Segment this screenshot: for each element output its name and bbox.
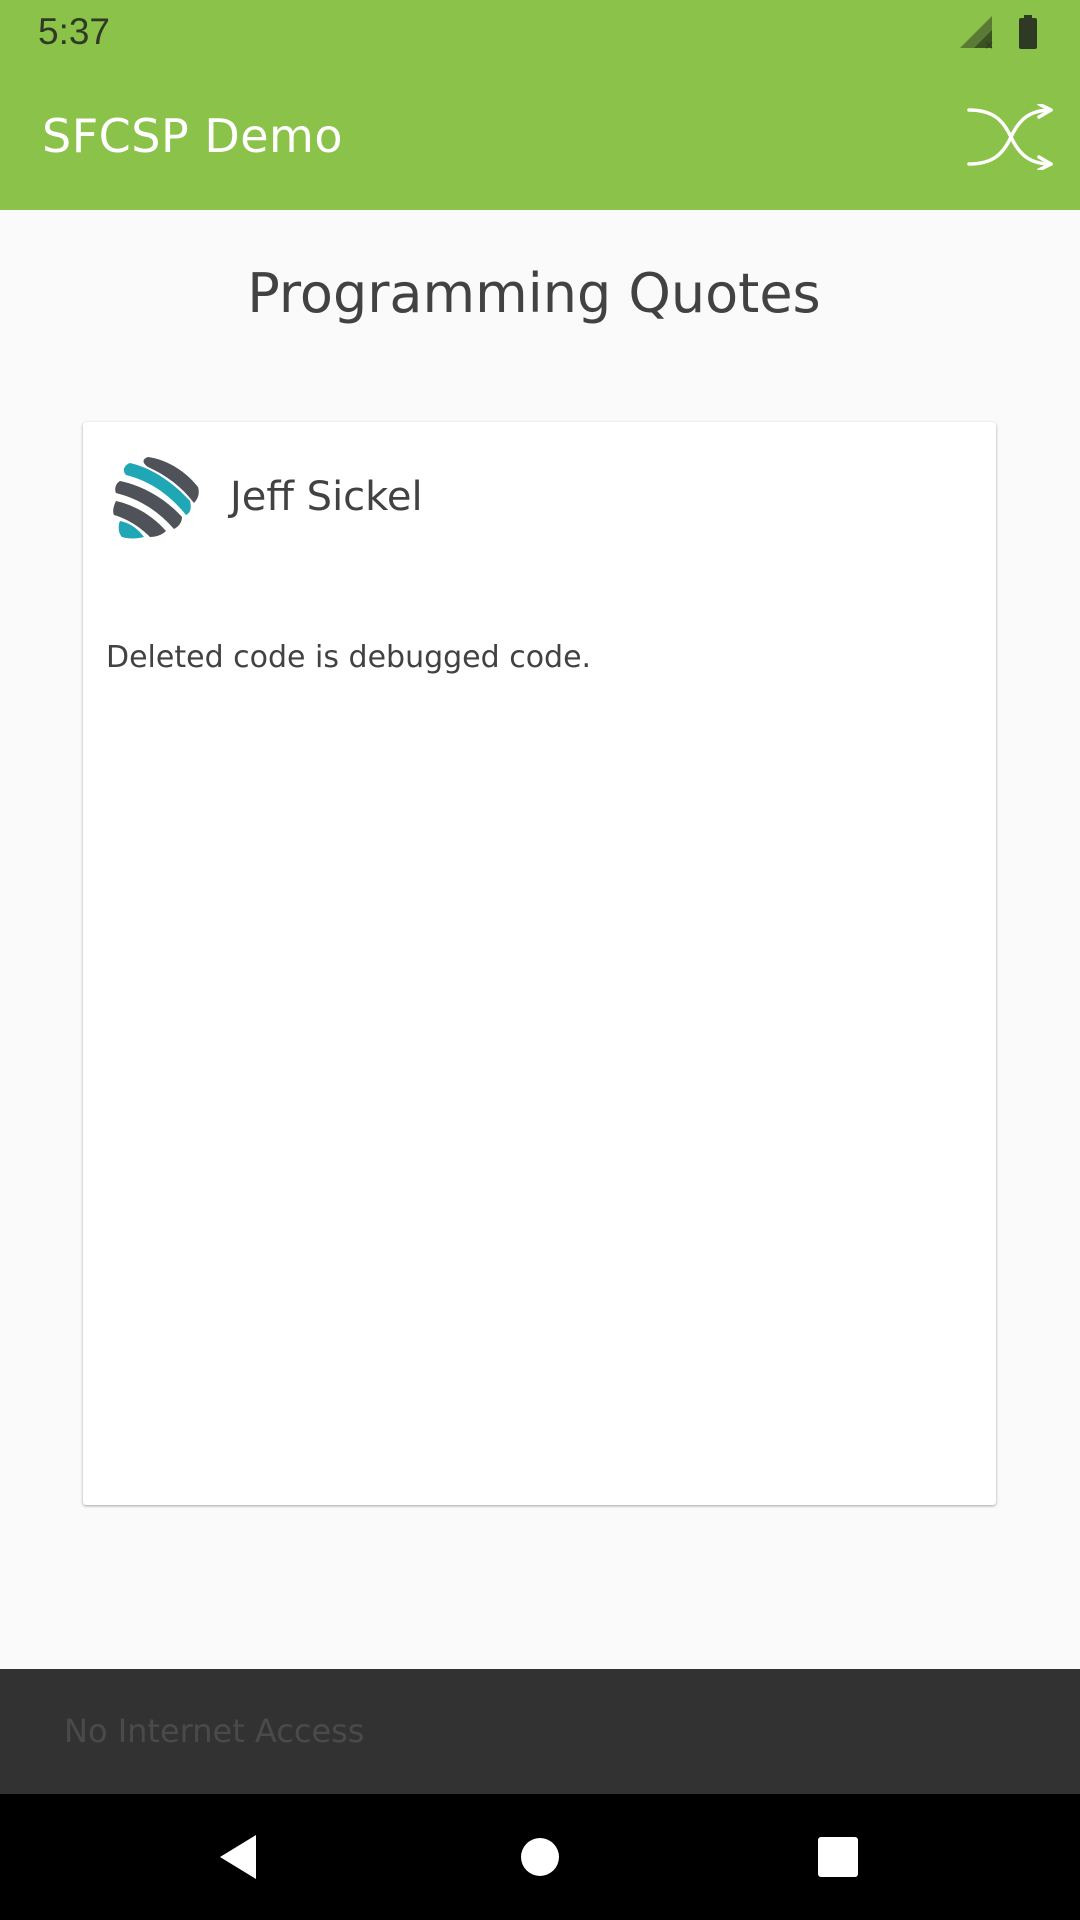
recents-icon — [818, 1837, 858, 1877]
quote-card: Jeff Sickel Deleted code is debugged cod… — [83, 422, 996, 1505]
shuffle-icon — [967, 104, 1053, 170]
quote-text: Deleted code is debugged code. — [106, 640, 592, 675]
status-icons: × — [960, 12, 1050, 52]
home-button[interactable] — [500, 1817, 580, 1897]
svg-text:×: × — [984, 38, 994, 52]
snackbar: No Internet Access — [0, 1669, 1080, 1794]
page-title: Programming Quotes — [247, 262, 821, 325]
shuffle-button[interactable] — [966, 97, 1056, 177]
home-icon — [521, 1838, 559, 1876]
author-avatar-logo — [113, 457, 199, 539]
main-content: Programming Quotes Jeff Sickel Deleted c… — [0, 210, 1080, 1669]
status-time: 5:37 — [38, 11, 111, 52]
snackbar-message: No Internet Access — [64, 1712, 365, 1750]
signal-no-data-icon: × — [960, 16, 994, 52]
back-button[interactable] — [198, 1817, 278, 1897]
back-icon — [220, 1835, 256, 1879]
battery-icon — [1019, 15, 1037, 49]
app-screen: 5:37 × SFCSP Demo Programming Quotes Jef… — [0, 0, 1080, 1920]
avatar — [112, 453, 202, 543]
app-bar: SFCSP Demo — [0, 63, 1080, 210]
author-name: Jeff Sickel — [230, 474, 423, 520]
navigation-bar — [0, 1794, 1080, 1920]
status-bar: 5:37 × — [0, 0, 1080, 63]
recents-button[interactable] — [798, 1817, 878, 1897]
app-title: SFCSP Demo — [42, 109, 344, 163]
